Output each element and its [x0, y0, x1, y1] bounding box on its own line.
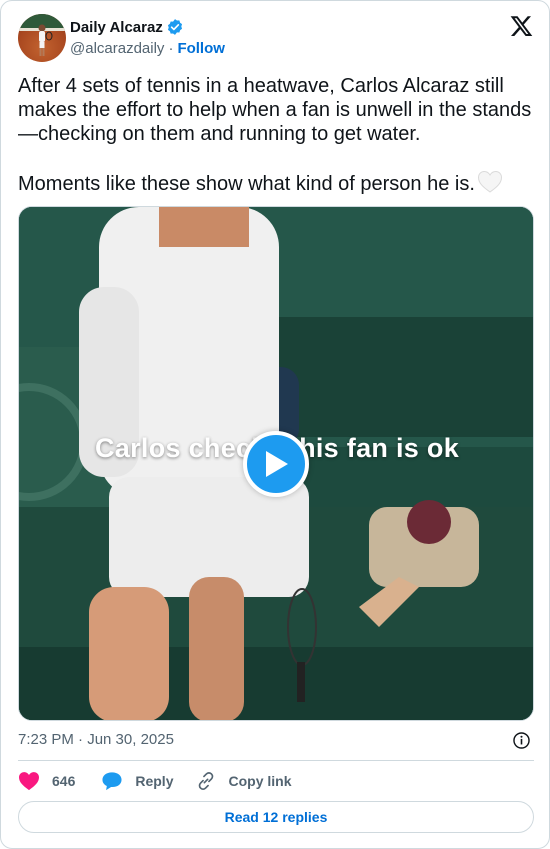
- play-icon: [266, 451, 288, 477]
- action-bar: 646 Reply Copy link: [18, 769, 292, 793]
- tweet-text: After 4 sets of tennis in a heatwave, Ca…: [18, 74, 538, 200]
- video-player[interactable]: Carlos checks this fan is ok: [18, 206, 534, 721]
- read-replies-button[interactable]: Read 12 replies: [18, 801, 534, 833]
- avatar[interactable]: [18, 14, 66, 62]
- tweet-timestamp[interactable]: 7:23 PM · Jun 30, 2025: [18, 731, 174, 748]
- reply-label: Reply: [135, 773, 174, 789]
- follow-button[interactable]: Follow: [177, 40, 225, 57]
- like-count: 646: [52, 773, 76, 789]
- reply-button[interactable]: Reply: [101, 771, 173, 791]
- x-logo-icon[interactable]: [509, 14, 534, 38]
- white-heart-icon: [477, 170, 503, 200]
- author-display-name[interactable]: Daily Alcaraz: [70, 19, 163, 36]
- heart-icon: [19, 772, 39, 791]
- info-icon[interactable]: [512, 731, 531, 750]
- link-icon: [199, 772, 214, 790]
- reply-bubble-icon: [102, 772, 122, 791]
- author-name-row: Daily Alcaraz: [70, 17, 184, 37]
- tweet-card: Daily Alcaraz @alcarazdaily · Follow Aft…: [0, 0, 550, 849]
- author-handle-row: @alcarazdaily · Follow: [70, 40, 225, 57]
- play-button[interactable]: [243, 431, 309, 497]
- separator-dot: ·: [168, 40, 174, 57]
- author-handle[interactable]: @alcarazdaily: [70, 40, 164, 57]
- tweet-body: After 4 sets of tennis in a heatwave, Ca…: [18, 75, 532, 195]
- divider: [18, 760, 534, 761]
- verified-badge-icon: [167, 19, 182, 35]
- like-button[interactable]: 646: [18, 771, 75, 791]
- copy-link-label: Copy link: [228, 773, 292, 789]
- copy-link-button[interactable]: Copy link: [196, 771, 292, 791]
